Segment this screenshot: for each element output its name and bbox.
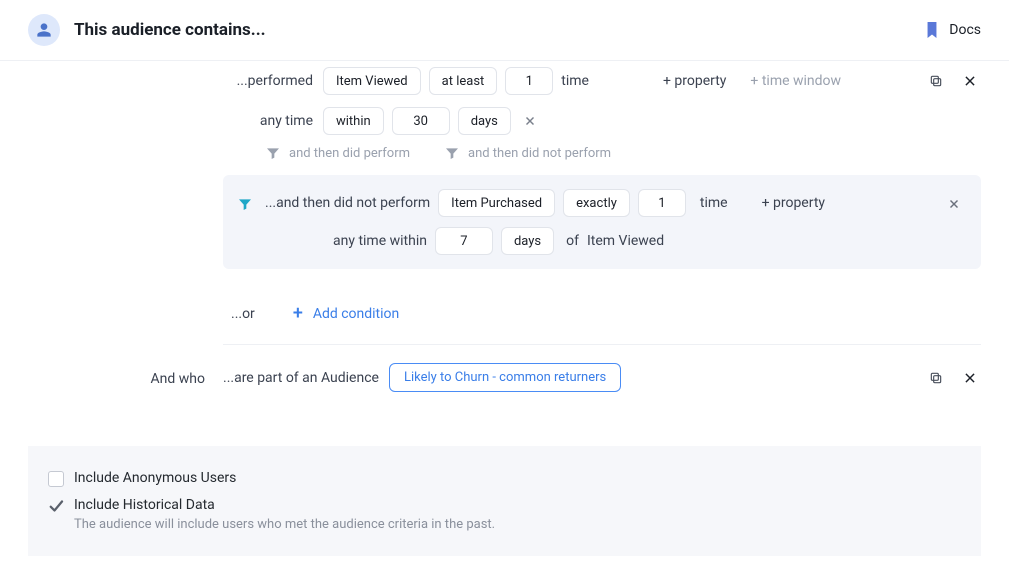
include-anonymous-label: Include Anonymous Users: [74, 470, 236, 486]
include-historical-description: The audience will include users who met …: [74, 517, 495, 532]
audience-select[interactable]: Likely to Churn - common returners: [389, 363, 621, 392]
and-who-section-label: And who: [28, 363, 223, 387]
nested-comparator-select[interactable]: exactly: [563, 189, 630, 217]
remove-nested-icon[interactable]: [943, 193, 965, 215]
add-condition-label: Add condition: [313, 306, 399, 322]
nested-ref-event-label: Item Viewed: [587, 233, 664, 249]
nested-within-value-input[interactable]: 7: [435, 227, 493, 255]
nested-of-label: of: [566, 233, 579, 249]
nested-prefix-label: ...and then did not perform: [265, 195, 430, 211]
include-anonymous-checkbox[interactable]: [48, 471, 64, 487]
nested-add-property-link[interactable]: + property: [762, 195, 825, 211]
page-title: This audience contains...: [74, 20, 266, 40]
or-label: ...or: [231, 306, 255, 322]
add-time-window-link[interactable]: + time window: [750, 73, 841, 89]
time-suffix-label: time: [561, 73, 589, 89]
nested-anytime-within-label: any time within: [333, 233, 427, 249]
filter-active-icon: [237, 196, 253, 212]
event-select-item-viewed[interactable]: Item Viewed: [323, 67, 421, 95]
then-did-perform-link[interactable]: and then did perform: [265, 145, 410, 161]
add-condition-button[interactable]: + Add condition: [293, 303, 399, 324]
filter-icon: [265, 145, 281, 161]
within-unit-select[interactable]: days: [458, 107, 511, 135]
audience-avatar-icon: [28, 14, 60, 46]
then-did-perform-label: and then did perform: [289, 146, 410, 161]
copy-condition-icon[interactable]: [925, 70, 947, 92]
then-did-not-perform-link[interactable]: and then did not perform: [444, 145, 611, 161]
include-historical-checkbox[interactable]: [48, 498, 64, 514]
copy-audience-condition-icon[interactable]: [925, 367, 947, 389]
comparator-select-atleast[interactable]: at least: [429, 67, 498, 95]
nested-time-suffix: time: [700, 195, 728, 211]
add-property-link[interactable]: + property: [663, 73, 726, 89]
within-select[interactable]: within: [323, 107, 384, 135]
docs-link[interactable]: Docs: [925, 22, 981, 38]
include-historical-label: Include Historical Data: [74, 497, 495, 513]
then-did-not-perform-label: and then did not perform: [468, 146, 611, 161]
audience-prefix-label: ...are part of an Audience: [223, 370, 379, 386]
within-value-input[interactable]: 30: [392, 107, 450, 135]
plus-icon: +: [293, 303, 303, 324]
nested-within-unit-select[interactable]: days: [501, 227, 554, 255]
nested-count-input[interactable]: 1: [638, 189, 686, 217]
remove-audience-condition-icon[interactable]: [959, 367, 981, 389]
anytime-label: any time: [223, 113, 313, 129]
remove-condition-icon[interactable]: [959, 70, 981, 92]
docs-link-label: Docs: [949, 22, 981, 38]
filter-icon: [444, 145, 460, 161]
nested-event-select[interactable]: Item Purchased: [438, 189, 555, 217]
count-input-1[interactable]: 1: [505, 67, 553, 95]
remove-timewindow-icon[interactable]: [519, 110, 541, 132]
performed-label: ...performed: [223, 73, 313, 89]
